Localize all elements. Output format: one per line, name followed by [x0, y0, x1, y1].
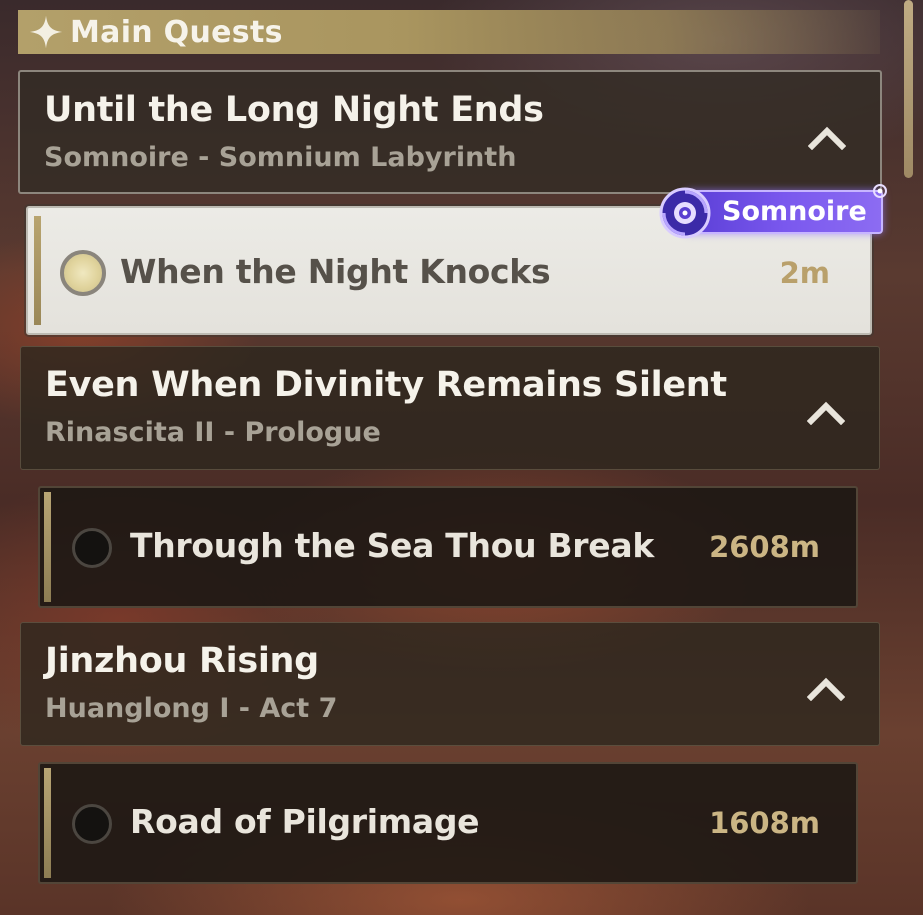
task-name: Through the Sea Thou Break — [130, 526, 654, 565]
quest-task[interactable]: Through the Sea Thou Break 2608m — [38, 486, 858, 608]
task-name: When the Night Knocks — [120, 252, 551, 291]
quest-location: Somnoire - Somnium Labyrinth — [44, 142, 517, 173]
scrollbar-thumb[interactable] — [904, 0, 913, 178]
task-distance: 1608m — [709, 806, 820, 840]
quest-card[interactable]: Jinzhou Rising Huanglong I - Act 7 — [20, 622, 880, 746]
task-status-circle-icon — [60, 250, 106, 296]
quest-location: Huanglong I - Act 7 — [45, 693, 338, 724]
task-name: Road of Pilgrimage — [130, 802, 480, 841]
quest-card[interactable]: Even When Divinity Remains Silent Rinasc… — [20, 346, 880, 470]
task-status-circle-icon — [72, 804, 112, 844]
quest-title: Jinzhou Rising — [45, 641, 319, 681]
quest-task[interactable]: Road of Pilgrimage 1608m — [38, 762, 858, 884]
chevron-up-icon[interactable] — [807, 399, 845, 425]
section-header-main-quests: Main Quests — [18, 10, 880, 54]
task-accent-bar — [44, 492, 51, 602]
somnoire-emblem-icon — [659, 187, 711, 239]
quest-title: Until the Long Night Ends — [44, 90, 544, 130]
region-badge-label: Somnoire — [686, 190, 883, 234]
task-distance: 2m — [779, 256, 830, 290]
quest-card[interactable]: Until the Long Night Ends Somnoire - Som… — [18, 70, 882, 194]
quest-title: Even When Divinity Remains Silent — [45, 365, 727, 405]
task-status-circle-icon — [72, 528, 112, 568]
section-title: Main Quests — [70, 14, 283, 50]
task-distance: 2608m — [709, 530, 820, 564]
chevron-up-icon[interactable] — [808, 124, 846, 150]
badge-spark-icon — [872, 184, 887, 198]
task-accent-bar — [44, 768, 51, 878]
sparkle-star-icon — [29, 15, 63, 49]
chevron-up-icon[interactable] — [807, 675, 845, 701]
task-accent-bar — [34, 216, 41, 325]
region-badge: Somnoire — [658, 184, 887, 239]
quest-location: Rinascita II - Prologue — [45, 417, 381, 448]
